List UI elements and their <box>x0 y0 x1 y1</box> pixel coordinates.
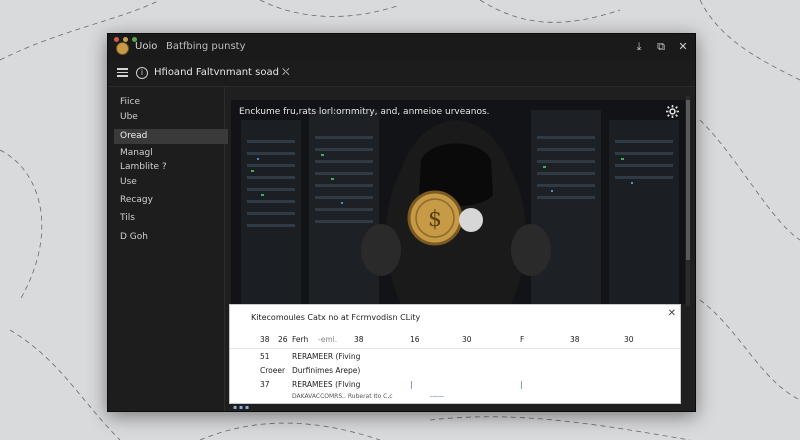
table-row[interactable]: 37 RERAMEES (Flving | | <box>230 380 680 393</box>
panel-title: Kitecomoules Catx no at Fcrmvodisn CLity <box>251 313 421 322</box>
cell: Croeer <box>260 366 286 375</box>
table-row[interactable]: 51 RERAMEER (Fiving <box>230 352 680 365</box>
header-cell: 26 <box>278 335 288 344</box>
header-cell: 30 <box>624 335 634 344</box>
download-icon[interactable]: ⤓ <box>633 40 645 54</box>
cell: 51 <box>260 352 270 361</box>
close-dot[interactable] <box>114 37 119 42</box>
svg-text:$: $ <box>428 207 442 232</box>
header-cell: F <box>520 335 525 344</box>
status-bar: ▪ ▪ ▪ <box>229 404 679 411</box>
page-subtitle: Hfioand Faltvnmant soad ⛌ <box>154 67 290 78</box>
window-title: Batfbing punsty <box>166 41 246 52</box>
sidebar-item-5[interactable]: Use <box>114 175 228 190</box>
sidebar: Fiice Ube Oread Managl Lamblite ? Use Re… <box>108 87 228 411</box>
panel-close-icon[interactable]: ✕ <box>668 308 676 319</box>
hamburger-menu-icon[interactable] <box>117 66 128 77</box>
main-image-area: $ Enckume fru,rats lorl:ornmitry, and, a… <box>231 100 685 304</box>
link-marker[interactable]: | <box>410 380 413 389</box>
window-traffic-dots <box>114 37 137 42</box>
link-marker[interactable]: | <box>520 380 523 389</box>
server-room-image: $ <box>231 100 685 304</box>
cell: DAKAVACCOMRS.. Ruberat Ito C,c <box>292 393 393 400</box>
subheader: i Hfioand Faltvnmant soad ⛌ <box>108 60 695 87</box>
cell: 37 <box>260 380 270 389</box>
data-table-panel: Kitecomoules Catx no at Fcrmvodisn CLity… <box>229 304 681 404</box>
table-row[interactable]: Croeer Durfinimes Arepe) <box>230 366 680 379</box>
main-caption: Enckume fru,rats lorl:ornmitry, and, anm… <box>239 107 490 117</box>
cell: Durfinimes Arepe) <box>292 366 361 375</box>
sidebar-item-4[interactable]: Lamblite ? <box>114 160 228 175</box>
sidebar-item-6[interactable]: Recagy <box>114 193 228 208</box>
sidebar-item-8[interactable]: D Goh <box>114 230 228 245</box>
app-name: Uoio <box>135 41 158 52</box>
titlebar: Uoio Batfbing punsty ⤓ ⧉ ✕ <box>108 34 695 60</box>
header-cell: 38 <box>570 335 580 344</box>
header-cell: 16 <box>410 335 420 344</box>
app-window: Uoio Batfbing punsty ⤓ ⧉ ✕ i Hfioand Fal… <box>107 33 696 412</box>
cell: RERAMEES (Flving <box>292 380 361 389</box>
sidebar-item-2[interactable]: Oread <box>114 129 228 144</box>
header-cell: 38 <box>260 335 270 344</box>
sidebar-item-3[interactable]: Managl <box>114 146 228 161</box>
status-marker: ▪ ▪ ▪ <box>233 404 250 411</box>
gear-icon[interactable] <box>666 105 679 118</box>
header-cell: -eml. <box>318 335 338 344</box>
sidebar-item-1[interactable]: Ube <box>114 110 228 125</box>
cell: -—— <box>430 393 445 400</box>
scrollbar-thumb[interactable] <box>686 100 690 260</box>
cell: RERAMEER (Fiving <box>292 352 361 361</box>
sidebar-item-0[interactable]: Fiice <box>114 95 228 110</box>
restore-icon[interactable]: ⧉ <box>655 40 667 54</box>
table-header-row: 38 26 Ferh -eml. 38 16 30 F 38 30 <box>230 335 680 349</box>
header-cell: Ferh <box>292 335 309 344</box>
close-icon[interactable]: ✕ <box>677 40 689 54</box>
info-icon[interactable]: i <box>136 67 148 79</box>
header-cell: 38 <box>354 335 364 344</box>
window-controls: ⤓ ⧉ ✕ <box>633 40 689 54</box>
header-cell: 30 <box>462 335 472 344</box>
app-logo-icon <box>116 42 129 55</box>
sidebar-item-7[interactable]: Tils <box>114 211 228 226</box>
main-scrollbar[interactable] <box>686 96 690 306</box>
